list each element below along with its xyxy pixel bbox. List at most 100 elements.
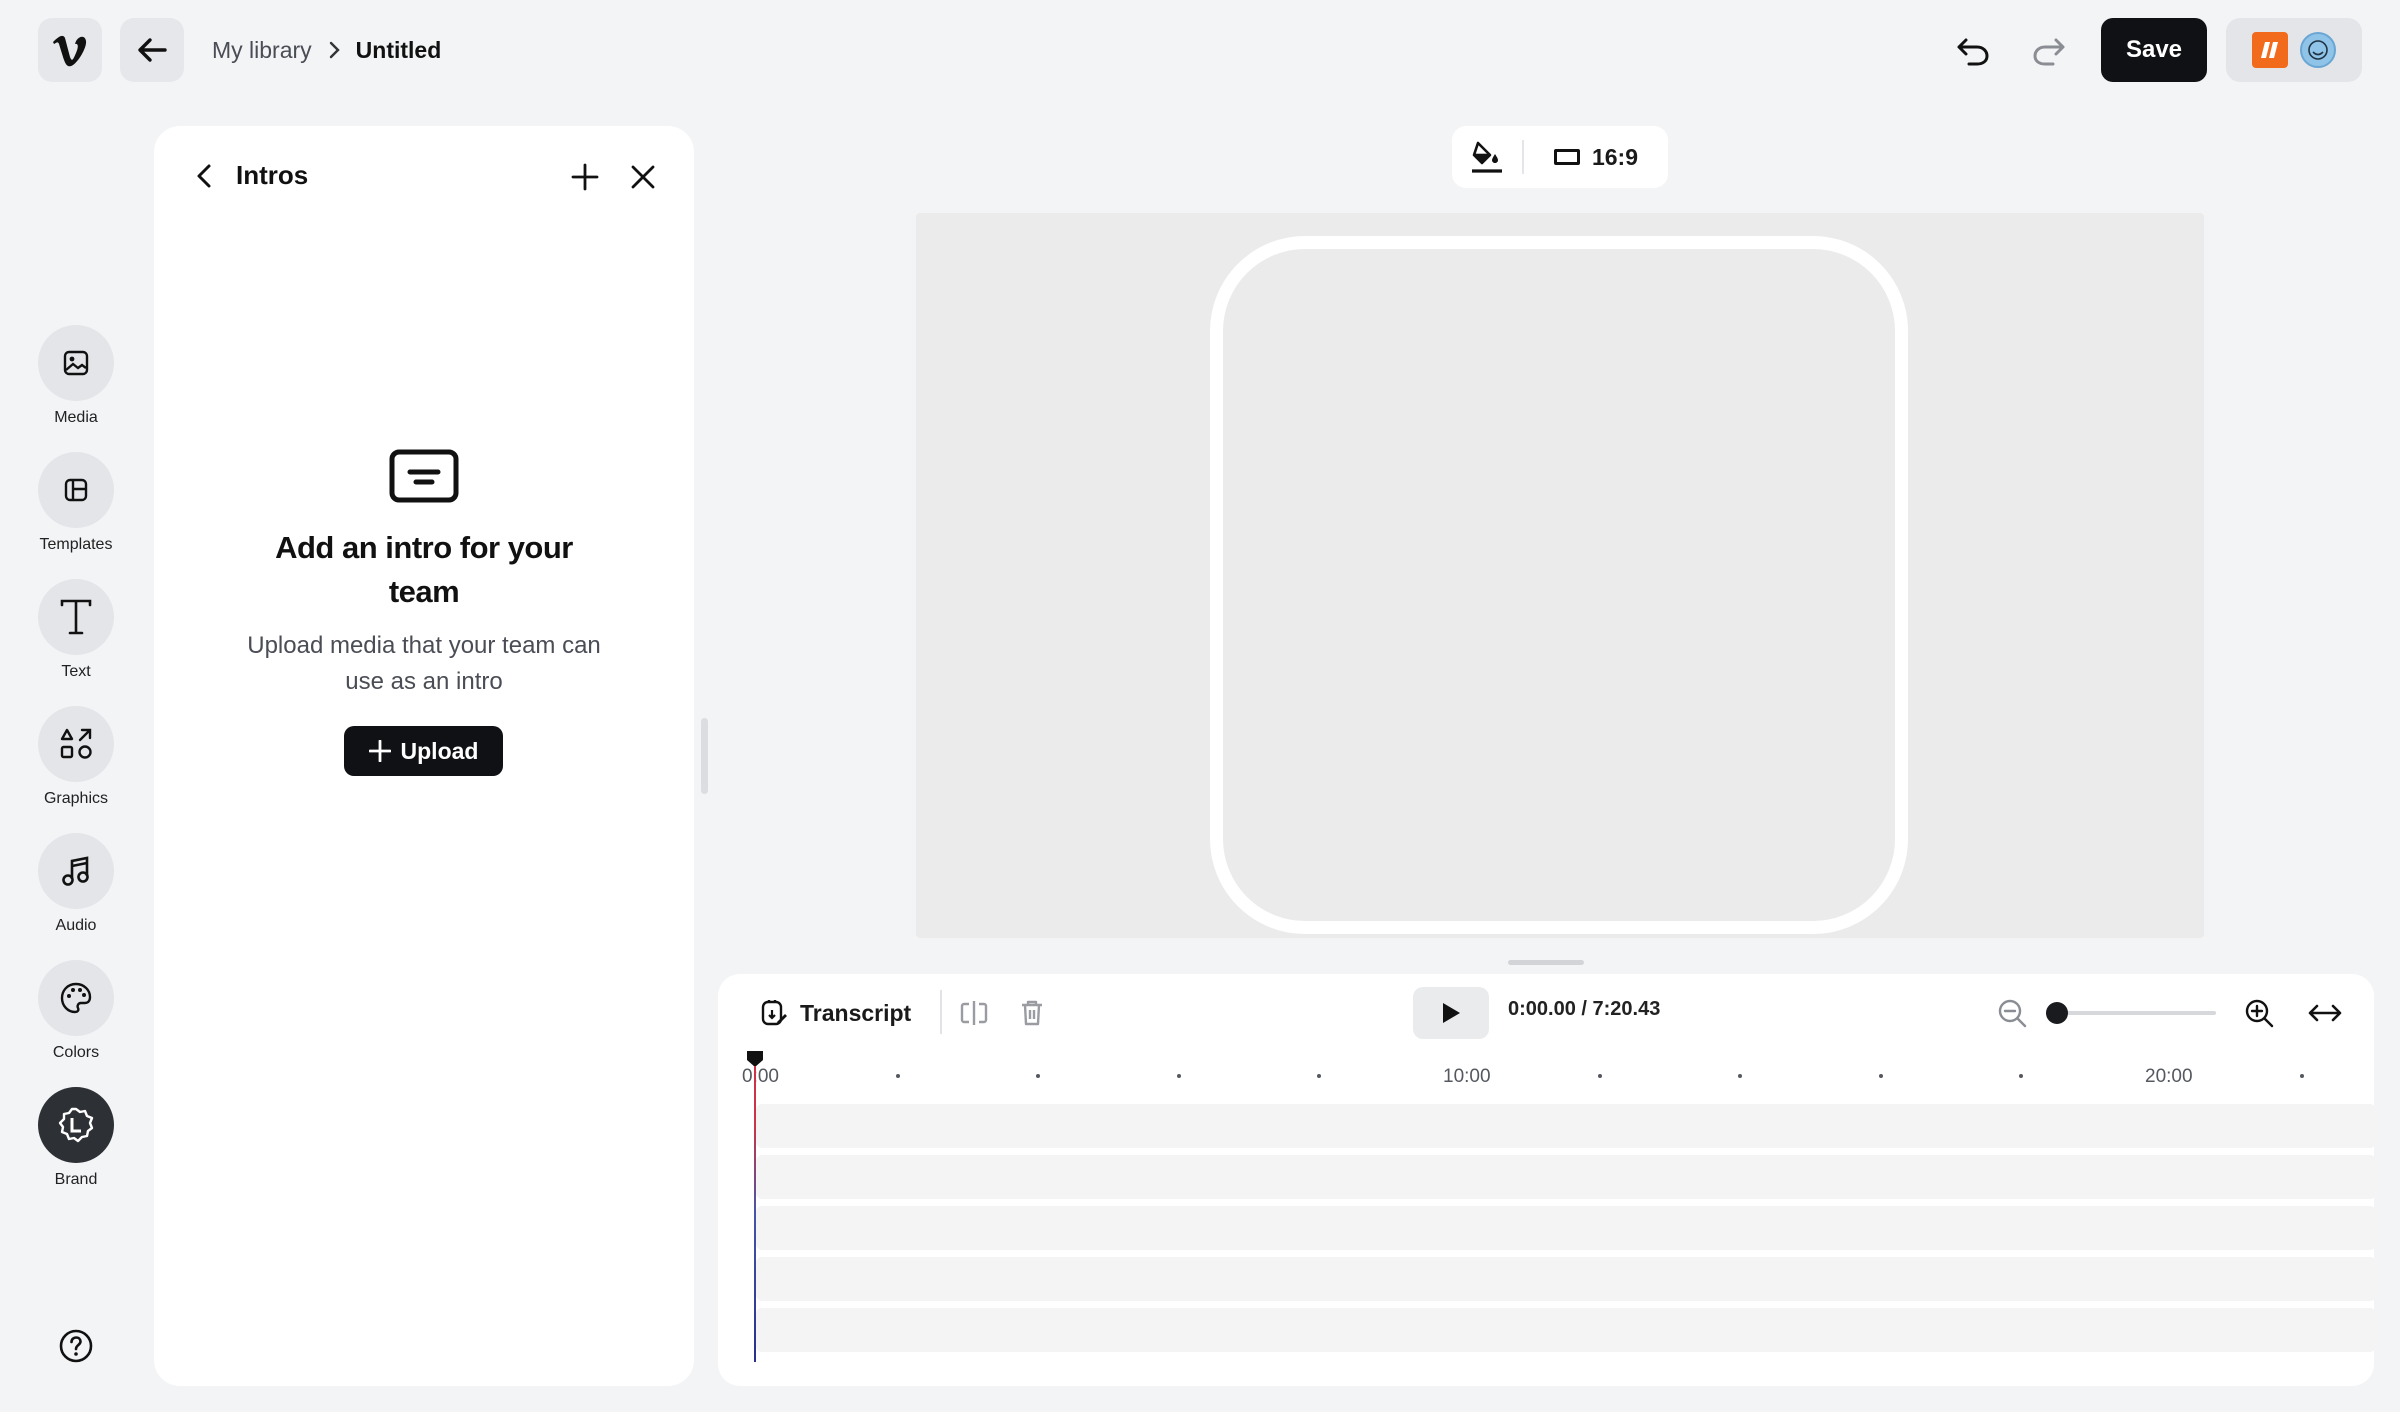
timeline-toolbar-divider	[940, 990, 942, 1034]
vimeo-logo-icon	[53, 35, 87, 67]
help-button[interactable]	[56, 1326, 96, 1366]
add-intro-button[interactable]	[566, 158, 604, 196]
ruler-label: 20:00	[2145, 1066, 2193, 1087]
transcript-button[interactable]: Transcript	[760, 994, 911, 1032]
redo-button[interactable]	[2026, 28, 2072, 74]
ruler-tick	[1036, 1074, 1040, 1078]
timeline-track[interactable]	[756, 1308, 2376, 1352]
rail-templates-label: Templates	[39, 536, 113, 553]
split-clip-button[interactable]	[956, 994, 992, 1032]
brand-badge-icon	[58, 1107, 94, 1143]
rail-text-label: Text	[61, 663, 91, 680]
aspect-ratio-label: 16:9	[1591, 143, 1639, 170]
rail-colors-button[interactable]	[38, 960, 114, 1036]
panel-close-button[interactable]	[624, 158, 662, 196]
zoom-out-icon	[1998, 999, 2027, 1028]
help-icon	[59, 1329, 93, 1363]
plus-icon	[368, 740, 391, 762]
ruler-label: 0:00	[742, 1066, 779, 1087]
paint-bucket-icon	[1472, 141, 1502, 173]
timeline-track[interactable]	[756, 1257, 2376, 1301]
panel-title: Intros	[236, 160, 309, 190]
rail-templates-button[interactable]	[38, 452, 114, 528]
rail-colors-label: Colors	[52, 1044, 100, 1061]
ruler-tick	[1738, 1074, 1742, 1078]
rail-item-audio[interactable]: Audio	[28, 833, 124, 935]
play-button[interactable]	[1413, 987, 1489, 1039]
rail-item-colors[interactable]: Colors	[28, 960, 124, 1062]
back-button[interactable]	[120, 18, 184, 82]
rail-media-button[interactable]	[38, 325, 114, 401]
zoom-slider-track[interactable]	[2056, 1011, 2216, 1015]
rail-media-label: Media	[54, 409, 98, 426]
expand-horizontal-icon	[2308, 1004, 2342, 1022]
undo-button[interactable]	[1950, 28, 1996, 74]
transcript-icon	[761, 1000, 787, 1026]
zoom-in-icon	[2245, 999, 2274, 1028]
chevron-left-icon	[197, 164, 211, 188]
rail-item-text[interactable]: Text	[28, 579, 124, 681]
panel-resize-handle[interactable]	[701, 718, 708, 794]
workspace-badge-icon	[2252, 32, 2288, 68]
plus-icon	[571, 163, 599, 191]
timeline-resize-handle[interactable]	[1508, 960, 1584, 965]
rail-graphics-label: Graphics	[43, 790, 109, 807]
ruler-tick	[1177, 1074, 1181, 1078]
upload-button[interactable]: Upload	[344, 726, 503, 776]
layout-icon	[64, 478, 88, 502]
rail-item-templates[interactable]: Templates	[28, 452, 124, 554]
ruler-label: 10:00	[1443, 1066, 1491, 1087]
save-button[interactable]: Save	[2101, 18, 2207, 82]
empty-state-title: Add an intro for your team	[275, 530, 573, 609]
rail-brand-label: Brand	[54, 1171, 98, 1188]
trash-icon	[1022, 1000, 1042, 1026]
rail-text-button[interactable]	[38, 579, 114, 655]
vimeo-logo-button[interactable]	[38, 18, 102, 82]
aspect-ratio-icon	[1553, 149, 1580, 165]
zoom-out-button[interactable]	[1994, 994, 2030, 1032]
ruler-tick	[2300, 1074, 2304, 1078]
text-icon	[60, 599, 92, 635]
play-icon	[1443, 1003, 1460, 1023]
playhead-line	[754, 1066, 756, 1362]
ruler-tick	[1317, 1074, 1321, 1078]
rail-item-brand[interactable]: Brand	[28, 1087, 124, 1189]
timeline-track[interactable]	[756, 1104, 2376, 1148]
canvas-toolbar: 16:9	[1452, 126, 1668, 188]
timeline-track[interactable]	[756, 1155, 2376, 1199]
split-icon	[960, 1001, 988, 1025]
delete-clip-button[interactable]	[1014, 994, 1050, 1032]
ruler-tick	[896, 1074, 900, 1078]
rail-audio-label: Audio	[55, 917, 97, 934]
rail-graphics-button[interactable]	[38, 706, 114, 782]
background-fill-button[interactable]	[1452, 126, 1522, 188]
arrow-left-icon	[138, 38, 167, 62]
redo-icon	[2033, 38, 2065, 66]
zoom-in-button[interactable]	[2240, 994, 2278, 1032]
breadcrumb-current[interactable]: Untitled	[356, 37, 442, 64]
ruler-tick	[2019, 1074, 2023, 1078]
intro-card-icon	[389, 449, 459, 503]
rail-item-graphics[interactable]: Graphics	[28, 706, 124, 808]
shapes-icon	[60, 728, 92, 759]
canvas-frame-shape[interactable]	[1210, 236, 1908, 934]
fit-timeline-button[interactable]	[2304, 994, 2346, 1032]
empty-state-description: Upload media that your team can use as a…	[247, 632, 601, 695]
aspect-ratio-button[interactable]: 16:9	[1524, 126, 1668, 188]
undo-icon	[1957, 38, 1989, 66]
breadcrumb-my-library[interactable]: My library	[212, 37, 312, 64]
breadcrumb: My library Untitled	[212, 34, 441, 66]
image-icon	[63, 350, 89, 376]
upload-button-label: Upload	[400, 737, 479, 764]
time-display: 0:00.00 / 7:20.43	[1508, 998, 1661, 1020]
panel-back-button[interactable]	[186, 158, 222, 194]
palette-icon	[60, 982, 92, 1014]
rail-item-media[interactable]: Media	[28, 325, 124, 427]
rail-brand-button[interactable]	[38, 1087, 114, 1163]
ruler-tick	[1879, 1074, 1883, 1078]
close-icon	[631, 165, 655, 189]
timeline-track[interactable]	[756, 1206, 2376, 1250]
account-switcher[interactable]	[2226, 18, 2362, 82]
rail-audio-button[interactable]	[38, 833, 114, 909]
zoom-slider-knob[interactable]	[2046, 1002, 2068, 1024]
